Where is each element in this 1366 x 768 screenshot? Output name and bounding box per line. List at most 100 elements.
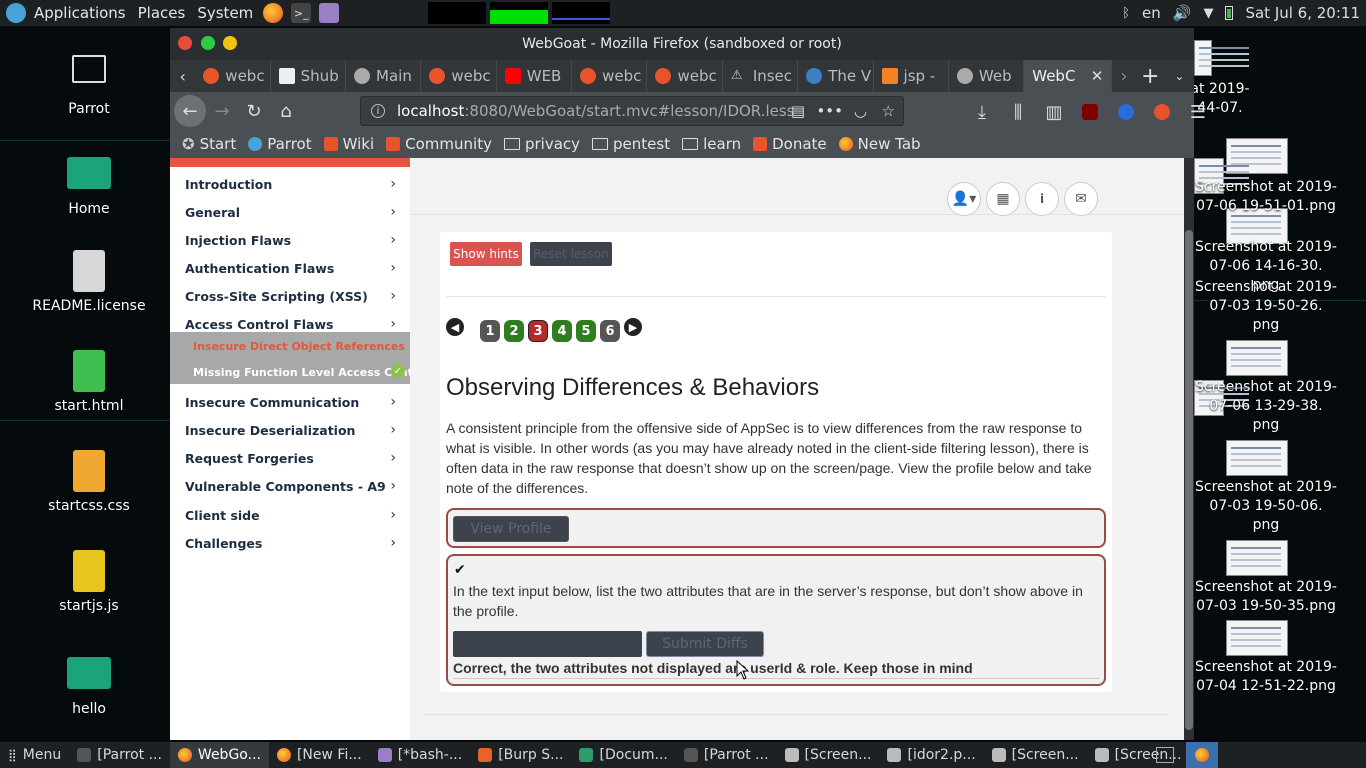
menu-challenges[interactable]: Challenges › xyxy=(185,529,400,557)
report-card-icon[interactable]: ▦ xyxy=(986,182,1020,216)
browser-tab[interactable]: jsp - xyxy=(874,60,949,92)
firefox-launcher-icon[interactable] xyxy=(263,3,284,23)
menu-injection-flaws[interactable]: Injection Flaws › xyxy=(185,226,400,254)
home-icon[interactable]: ⌂ xyxy=(270,95,302,127)
desktop-file[interactable]: Screenshot at 2019- 07-06 19-51-01.png xyxy=(1176,178,1356,216)
downloads-icon[interactable]: ⤓ xyxy=(966,96,998,128)
sidebar-icon[interactable]: ▥ xyxy=(1038,96,1070,128)
bookmark-item[interactable]: New Tab xyxy=(833,135,927,153)
desktop-icon-home[interactable]: Home xyxy=(19,157,159,217)
page-scrollbar-thumb[interactable] xyxy=(1185,230,1193,730)
contact-envelope-icon[interactable]: ✉ xyxy=(1064,182,1098,216)
taskbar-item[interactable]: [Parrot ... xyxy=(69,742,170,768)
bluetooth-icon[interactable]: ᛒ xyxy=(1122,6,1130,21)
tabs-scroll-right-icon[interactable]: › xyxy=(1112,60,1135,92)
pocket-icon[interactable]: ◡ xyxy=(854,102,867,120)
desktop-file[interactable]: Screenshot at 2019- 07-03 19-50-26. png xyxy=(1176,278,1356,335)
taskbar-item[interactable]: [Parrot ... xyxy=(676,742,777,768)
menu-authentication-flaws[interactable]: Authentication Flaws › xyxy=(185,254,400,282)
reload-icon[interactable]: ↻ xyxy=(238,95,270,127)
next-page-icon[interactable]: ▶ xyxy=(624,318,642,336)
about-icon[interactable]: i xyxy=(1025,182,1059,216)
start-menu-button[interactable]: ⣿ Menu xyxy=(0,742,69,768)
hamburger-menu-icon[interactable]: ☰ xyxy=(1182,96,1214,128)
page-4[interactable]: 4 xyxy=(552,320,572,342)
clock[interactable]: Sat Jul 6, 20:11 xyxy=(1245,4,1360,22)
bookmark-folder[interactable]: learn xyxy=(676,135,747,153)
browser-tab[interactable]: The V xyxy=(798,60,874,92)
desktop-icon-startjs[interactable]: startjs.js xyxy=(19,550,159,614)
previous-page-icon[interactable]: ◀ xyxy=(446,318,464,336)
taskbar-item[interactable]: [Screen... xyxy=(1087,742,1190,768)
desktop-icon-start-html[interactable]: start.html xyxy=(19,350,159,414)
bookmark-folder[interactable]: privacy xyxy=(498,135,586,153)
browser-tab[interactable]: webc xyxy=(421,60,497,92)
page-3[interactable]: 3 xyxy=(528,320,548,342)
maximize-window-button[interactable] xyxy=(201,36,215,50)
desktop-file[interactable]: Screenshot at 2019- 07-04 12-51-22.png xyxy=(1176,658,1356,696)
desktop-icon-parrot[interactable]: Parrot xyxy=(19,55,159,117)
browser-tab[interactable]: Main xyxy=(346,60,422,92)
taskbar-item[interactable]: [*bash-... xyxy=(370,742,471,768)
bookmark-item[interactable]: Donate xyxy=(747,135,833,153)
menu-insecure-communication[interactable]: Insecure Communication › xyxy=(185,388,400,416)
user-menu-icon[interactable]: 👤▾ xyxy=(947,182,981,216)
menu-xss[interactable]: Cross-Site Scripting (XSS) › xyxy=(185,282,400,310)
show-hints-button[interactable]: Show hints xyxy=(450,242,522,266)
bookmark-star-icon[interactable]: ☆ xyxy=(882,102,895,120)
bookmark-item[interactable]: Wiki xyxy=(318,135,381,153)
tab-list-icon[interactable]: ⌄ xyxy=(1165,60,1194,92)
workspace-switcher-icon[interactable] xyxy=(1156,747,1174,763)
page-1[interactable]: 1 xyxy=(480,320,500,342)
desktop-icon-hello[interactable]: hello xyxy=(19,657,159,717)
taskbar-item[interactable]: [Docum... xyxy=(571,742,675,768)
close-tab-icon[interactable]: ✕ xyxy=(1091,67,1104,85)
volume-icon[interactable]: 🔊 xyxy=(1173,4,1192,22)
foxyproxy-icon[interactable] xyxy=(1146,96,1178,128)
taskbar-item[interactable]: [Screen... xyxy=(984,742,1087,768)
browser-tab-active[interactable]: WebC ✕ xyxy=(1024,60,1113,92)
reader-view-icon[interactable]: ▤ xyxy=(791,102,805,120)
page-5[interactable]: 5 xyxy=(576,320,596,342)
menu-vulnerable-components[interactable]: Vulnerable Components - A9 › xyxy=(185,472,400,500)
system-menu[interactable]: System xyxy=(191,0,259,26)
terminal-launcher-icon[interactable]: >_ xyxy=(291,3,312,23)
browser-tab[interactable]: ⚠ Insec xyxy=(723,60,799,92)
back-icon[interactable]: ← xyxy=(174,95,206,127)
view-profile-button[interactable]: View Profile xyxy=(453,516,569,542)
menu-request-forgeries[interactable]: Request Forgeries › xyxy=(185,444,400,472)
keyboard-layout[interactable]: en xyxy=(1142,4,1161,22)
desktop-icon-startcss[interactable]: startcss.css xyxy=(19,450,159,514)
page-actions-icon[interactable]: ••• xyxy=(816,102,843,120)
minimize-window-button[interactable] xyxy=(223,36,237,50)
menu-insecure-deserialization[interactable]: Insecure Deserialization › xyxy=(185,416,400,444)
battery-icon[interactable] xyxy=(1225,6,1234,20)
browser-tab[interactable]: webc xyxy=(647,60,723,92)
browser-tab[interactable]: WEB xyxy=(497,60,573,92)
url-bar[interactable]: i localhost:8080/WebGoat/start.mvc#lesso… xyxy=(360,96,904,126)
taskbar-item[interactable]: [idor2.p... xyxy=(879,742,983,768)
applications-menu[interactable]: Applications xyxy=(0,0,132,26)
extension-s-icon[interactable] xyxy=(1110,96,1142,128)
taskbar-item[interactable]: [Screen... xyxy=(777,742,880,768)
browser-tab[interactable]: webc xyxy=(195,60,271,92)
desktop-file[interactable]: Screenshot at 2019- 07-06 13-29-38. png xyxy=(1176,378,1356,435)
wifi-icon[interactable]: ▼ xyxy=(1203,6,1213,21)
tray-firefox-icon[interactable] xyxy=(1186,742,1218,768)
submenu-idor[interactable]: Insecure Direct Object References xyxy=(193,340,405,353)
taskbar-item-active[interactable]: WebGo... xyxy=(169,742,269,768)
taskbar-item[interactable]: [New Fi... xyxy=(269,742,370,768)
reset-lesson-button[interactable]: Reset lesson xyxy=(530,242,612,266)
menu-introduction[interactable]: Introduction › xyxy=(185,170,400,198)
taskbar-item[interactable]: [Burp S... xyxy=(470,742,571,768)
close-window-button[interactable] xyxy=(178,36,192,50)
page-6[interactable]: 6 xyxy=(600,320,620,342)
bookmark-item[interactable]: Parrot xyxy=(242,135,317,153)
bookmark-folder[interactable]: pentest xyxy=(586,135,676,153)
ublock-icon[interactable] xyxy=(1074,96,1106,128)
attributes-input[interactable] xyxy=(453,631,642,657)
tabs-scroll-left-icon[interactable]: ‹ xyxy=(170,60,195,92)
desktop-file[interactable]: Screenshot at 2019- 07-03 19-50-06. png xyxy=(1176,478,1356,535)
desktop-file[interactable]: Screenshot at 2019- 07-03 19-50-35.png xyxy=(1176,578,1356,616)
places-menu[interactable]: Places xyxy=(132,0,192,26)
